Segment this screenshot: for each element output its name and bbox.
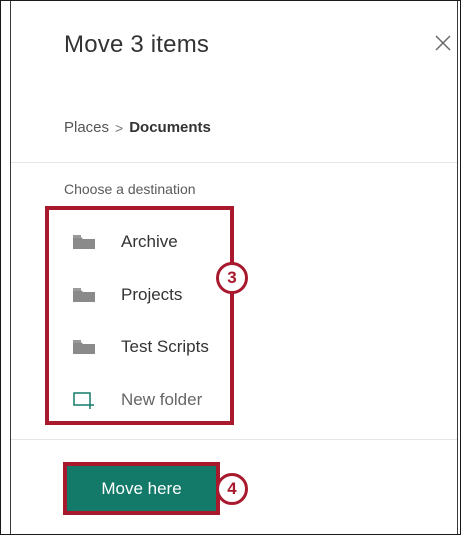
footer-divider [11,439,457,440]
breadcrumb-separator: > [115,119,124,136]
breadcrumb: Places > Documents [64,119,211,136]
breadcrumb-places[interactable]: Places [64,119,109,136]
header-divider [11,162,457,163]
close-icon[interactable] [433,33,453,53]
panel-right-border [457,1,458,534]
folders-highlight [45,206,234,425]
button-highlight [63,462,220,515]
destination-label: Choose a destination [64,181,196,197]
breadcrumb-current: Documents [129,119,211,136]
step-callout-4: 4 [216,473,248,505]
move-panel: Move 3 items Places > Documents Choose a… [0,0,461,535]
panel-left-border [10,1,11,534]
step-callout-3: 3 [216,262,248,294]
panel-title: Move 3 items [64,31,210,58]
